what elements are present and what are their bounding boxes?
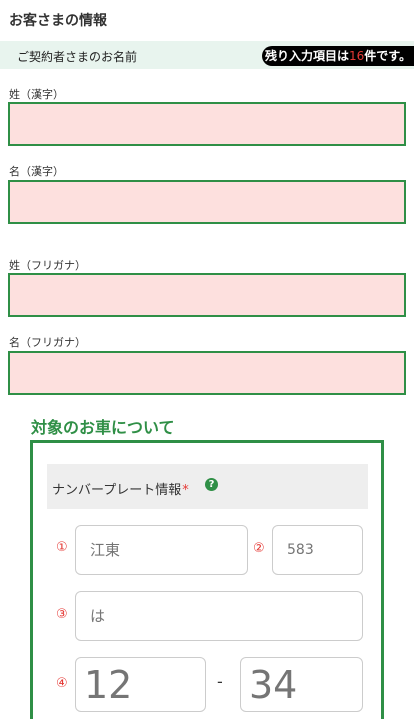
- plate-class-number-input[interactable]: [272, 525, 363, 575]
- first-name-kana-input[interactable]: [8, 351, 406, 395]
- last-name-kana-label: 姓（フリガナ）: [9, 259, 86, 272]
- question-circle-icon[interactable]: ?: [205, 478, 218, 491]
- marker-1: ①: [56, 540, 68, 555]
- plate-info-text: ナンバープレート情報: [52, 483, 182, 498]
- plate-number-left-input[interactable]: [75, 657, 206, 712]
- marker-3: ③: [56, 607, 68, 622]
- first-name-kana-label: 名（フリガナ）: [9, 336, 86, 349]
- last-name-kana-input[interactable]: [8, 273, 406, 317]
- first-name-kanji-label: 名（漢字）: [9, 165, 64, 178]
- plate-number-dash: -: [217, 672, 223, 691]
- remaining-suffix: 件です。: [364, 49, 412, 63]
- required-mark: *: [182, 483, 189, 498]
- last-name-kanji-label: 姓（漢字）: [9, 88, 64, 101]
- last-name-kanji-input[interactable]: [8, 102, 406, 146]
- plate-info-header: ナンバープレート情報* ?: [47, 464, 368, 509]
- customer-section-title: お客さまの情報: [9, 13, 107, 29]
- marker-2: ②: [253, 541, 265, 556]
- remaining-fields-badge: 残り入力項目は16件です。: [262, 46, 414, 66]
- plate-hiragana-input[interactable]: [75, 591, 363, 641]
- plate-info-label: ナンバープレート情報*: [52, 479, 189, 498]
- plate-number-right-input[interactable]: [240, 657, 363, 712]
- marker-4: ④: [56, 676, 68, 691]
- vehicle-section-title: 対象のお車について: [31, 418, 175, 437]
- remaining-count: 16: [349, 49, 365, 63]
- first-name-kanji-input[interactable]: [8, 180, 406, 224]
- remaining-prefix: 残り入力項目は: [265, 49, 350, 63]
- plate-region-input[interactable]: [75, 525, 248, 575]
- name-subheader-label: ご契約者さまのお名前: [17, 50, 138, 64]
